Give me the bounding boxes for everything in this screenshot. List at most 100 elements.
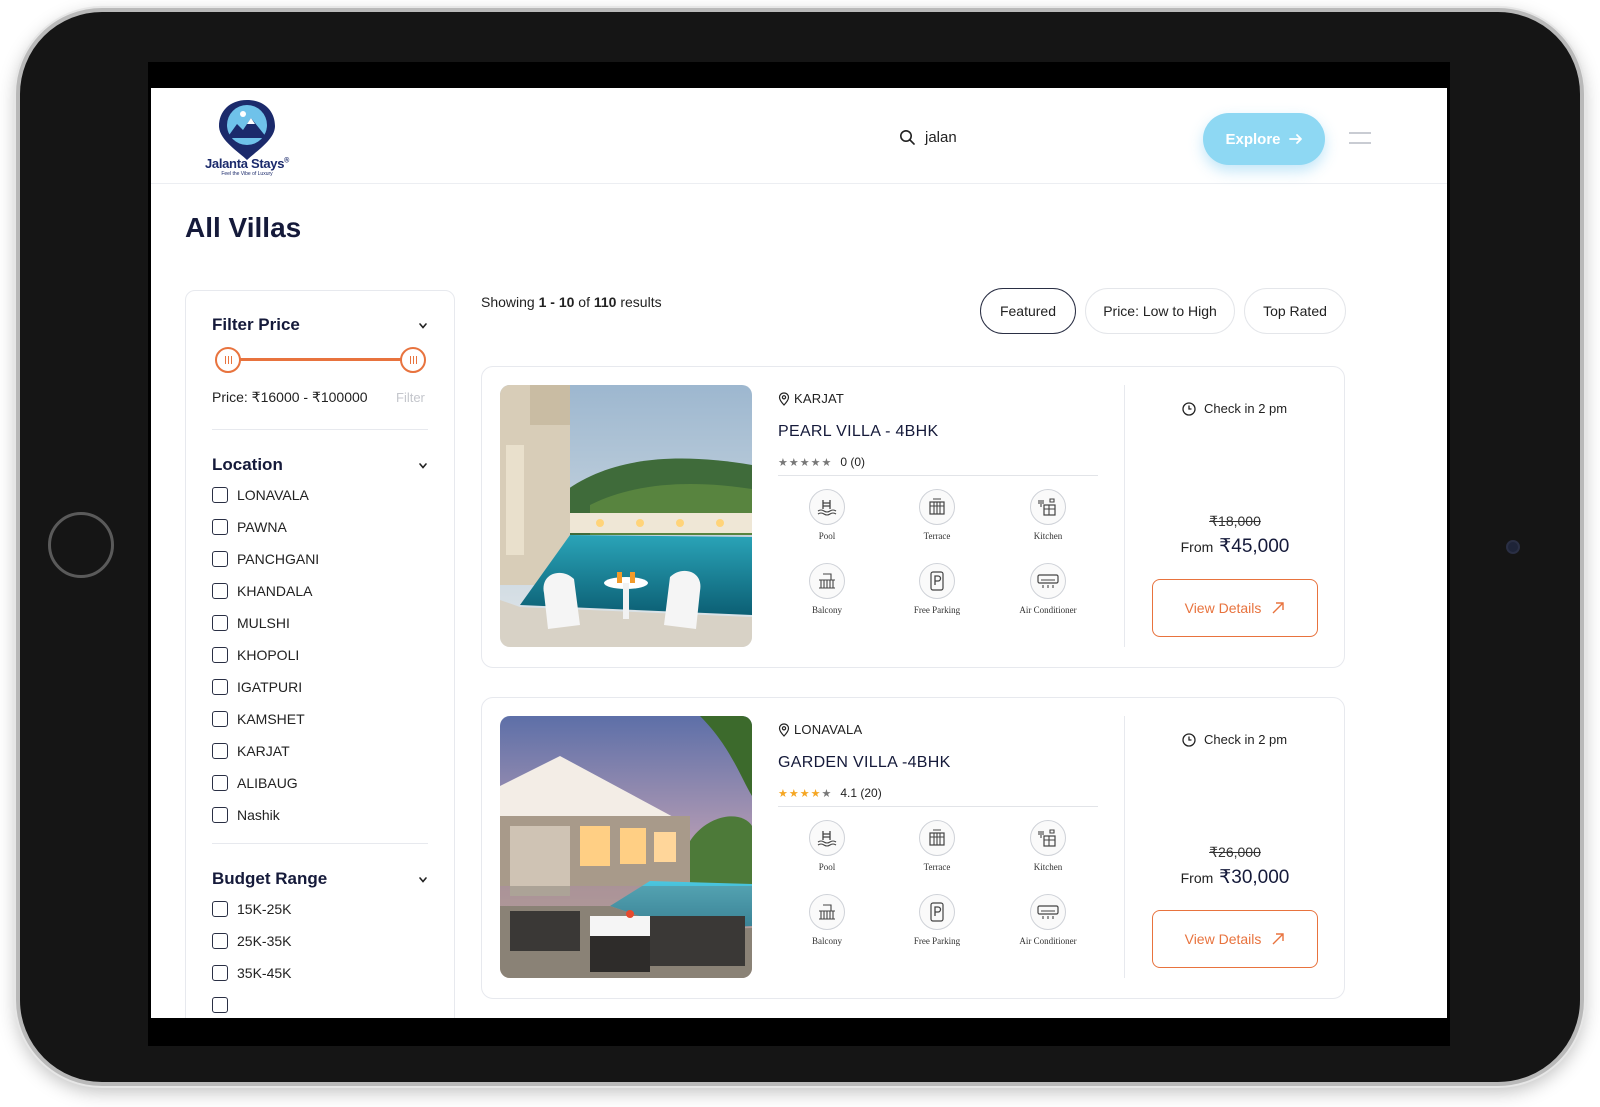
rating-text: 4.1 (20) [840, 786, 882, 800]
top-navbar: Jalanta Stays® Feel the Vibe of Luxury j… [151, 88, 1447, 184]
location-option[interactable]: KHOPOLI [212, 639, 319, 671]
checkbox[interactable] [212, 711, 228, 727]
price-slider-max-handle[interactable] [400, 347, 426, 373]
chevron-down-icon[interactable] [418, 875, 428, 885]
garden-villa-photo-illustration [500, 716, 752, 978]
arrow-right-icon [1288, 134, 1302, 144]
villa-photo[interactable] [500, 385, 752, 647]
arrow-up-right-icon [1272, 933, 1285, 945]
search-box[interactable]: jalan [899, 126, 957, 148]
villa-card[interactable]: KARJAT PEARL VILLA - 4BHK ★★★★★ 0 (0) Po… [481, 366, 1345, 668]
parking-icon [919, 894, 955, 930]
view-details-button[interactable]: View Details [1152, 579, 1318, 637]
brand-tagline: Feel the Vibe of Luxury [221, 171, 273, 177]
pool-icon [809, 820, 845, 856]
checkbox[interactable] [212, 519, 228, 535]
location-option[interactable]: PANCHGANI [212, 543, 319, 575]
amenity-free-parking: Free Parking [887, 563, 987, 618]
checkbox[interactable] [212, 551, 228, 567]
original-price: ₹26,000 [1209, 844, 1261, 860]
budget-option[interactable] [212, 989, 291, 1018]
villa-name[interactable]: GARDEN VILLA -4BHK [778, 754, 951, 772]
budget-heading[interactable]: Budget Range [212, 869, 327, 889]
villa-photo[interactable] [500, 716, 752, 978]
location-label: KARJAT [794, 391, 845, 406]
option-label: 15K-25K [237, 901, 292, 917]
checkin-time: Check in 2 pm [1182, 732, 1287, 747]
checkbox[interactable] [212, 647, 228, 663]
location-option[interactable]: ALIBAUG [212, 767, 319, 799]
terrace-icon [919, 489, 955, 525]
location-heading[interactable]: Location [212, 455, 283, 475]
sort-price-low-high-button[interactable]: Price: Low to High [1085, 288, 1235, 334]
amenity-pool: Pool [777, 489, 877, 544]
checkbox[interactable] [212, 965, 228, 981]
price-slider-track[interactable] [228, 358, 414, 361]
villa-card[interactable]: LONAVALA GARDEN VILLA -4BHK ★★★★★ 4.1 (2… [481, 697, 1345, 999]
budget-option[interactable]: 35K-45K [212, 957, 291, 989]
location-option[interactable]: PAWNA [212, 511, 319, 543]
checkbox[interactable] [212, 615, 228, 631]
budget-option[interactable]: 25K-35K [212, 925, 291, 957]
sort-featured-button[interactable]: Featured [980, 288, 1076, 334]
chevron-down-icon[interactable] [418, 321, 428, 331]
menu-icon[interactable] [1349, 132, 1371, 146]
option-label: KHOPOLI [237, 647, 300, 663]
air-conditioner-icon [1030, 563, 1066, 599]
checkbox[interactable] [212, 487, 228, 503]
search-input[interactable]: jalan [925, 129, 957, 146]
location-option[interactable]: KAMSHET [212, 703, 319, 735]
amenity-air-conditioner: Air Conditioner [998, 894, 1098, 949]
amenity-terrace: Terrace [887, 489, 987, 544]
arrow-up-right-icon [1272, 602, 1285, 614]
brand-logo[interactable]: Jalanta Stays® Feel the Vibe of Luxury [199, 98, 289, 178]
villa-rating: ★★★★★ 0 (0) [778, 455, 865, 469]
checkbox[interactable] [212, 933, 228, 949]
option-label: ALIBAUG [237, 775, 298, 791]
checkbox[interactable] [212, 807, 228, 823]
checkbox[interactable] [212, 997, 228, 1013]
villa-rating: ★★★★★ 4.1 (20) [778, 786, 882, 800]
price-slider-min-handle[interactable] [215, 347, 241, 373]
explore-label: Explore [1225, 130, 1281, 148]
explore-button[interactable]: Explore [1203, 113, 1325, 165]
option-label: MULSHI [237, 615, 290, 631]
villa-name[interactable]: PEARL VILLA - 4BHK [778, 423, 938, 441]
search-icon [900, 130, 915, 145]
divider [778, 475, 1098, 476]
location-option[interactable]: MULSHI [212, 607, 319, 639]
villa-location: LONAVALA [778, 722, 862, 737]
checkbox[interactable] [212, 583, 228, 599]
chevron-down-icon[interactable] [418, 461, 428, 471]
location-label: LONAVALA [794, 722, 863, 737]
option-label: PAWNA [237, 519, 287, 535]
checkbox[interactable] [212, 743, 228, 759]
checkbox[interactable] [212, 775, 228, 791]
checkbox[interactable] [212, 901, 228, 917]
location-option[interactable]: Nashik [212, 799, 319, 831]
view-details-button[interactable]: View Details [1152, 910, 1318, 968]
price-filter-link[interactable]: Filter [396, 390, 425, 405]
home-button[interactable] [48, 512, 114, 578]
location-option[interactable]: KARJAT [212, 735, 319, 767]
checkin-time: Check in 2 pm [1182, 401, 1287, 416]
pin-mountain-icon [219, 100, 275, 160]
amenity-free-parking: Free Parking [887, 894, 987, 949]
divider [212, 843, 428, 844]
map-pin-icon [778, 391, 790, 406]
option-label: LONAVALA [237, 487, 309, 503]
option-label: 35K-45K [237, 965, 292, 981]
amenity-balcony: Balcony [777, 894, 877, 949]
location-option[interactable]: IGATPURI [212, 671, 319, 703]
checkbox[interactable] [212, 679, 228, 695]
option-label: Nashik [237, 807, 280, 823]
sort-top-rated-button[interactable]: Top Rated [1244, 288, 1346, 334]
location-option[interactable]: LONAVALA [212, 479, 319, 511]
filter-sidebar: Filter Price Price: ₹16000 - ₹100000 Fil… [185, 290, 455, 1018]
location-option[interactable]: KHANDALA [212, 575, 319, 607]
filter-price-heading[interactable]: Filter Price [212, 315, 300, 335]
clock-icon [1182, 732, 1196, 747]
budget-option[interactable]: 15K-25K [212, 893, 291, 925]
current-price: From ₹45,000 [1180, 536, 1290, 557]
button-label: View Details [1184, 931, 1262, 947]
